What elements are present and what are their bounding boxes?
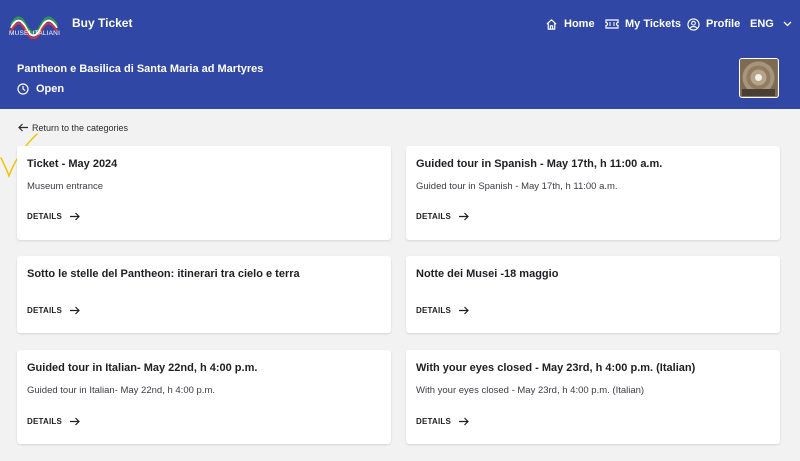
- card-description: Guided tour in Italian- May 22nd, h 4:00…: [27, 385, 215, 396]
- arrow-right-icon: [459, 212, 469, 220]
- nav-my-tickets-label: My Tickets: [625, 18, 682, 30]
- details-label: DETAILS: [416, 211, 452, 221]
- ticket-card[interactable]: Notte dei Musei -18 maggio DETAILS: [406, 256, 780, 333]
- ticket-card[interactable]: Guided tour in Italian- May 22nd, h 4:00…: [17, 350, 391, 444]
- clock-icon: [17, 83, 29, 95]
- site-thumbnail[interactable]: [739, 58, 779, 98]
- site-header: Pantheon e Basilica di Santa Maria ad Ma…: [0, 48, 800, 109]
- ticket-card[interactable]: With your eyes closed - May 23rd, h 4:00…: [406, 350, 780, 444]
- card-title: Sotto le stelle del Pantheon: itinerari …: [27, 268, 300, 280]
- card-title: Guided tour in Spanish - May 17th, h 11:…: [416, 158, 663, 170]
- logo-text: MUSEI ITALIANI: [9, 30, 61, 37]
- ticket-card[interactable]: Guided tour in Spanish - May 17th, h 11:…: [406, 146, 780, 240]
- app-title: Buy Ticket: [72, 16, 133, 30]
- arrow-right-icon: [70, 212, 80, 220]
- ticket-icon: [605, 19, 619, 29]
- site-name: Pantheon e Basilica di Santa Maria ad Ma…: [17, 63, 264, 75]
- details-label: DETAILS: [27, 416, 63, 426]
- card-description: Museum entrance: [27, 181, 104, 192]
- details-label: DETAILS: [416, 416, 452, 426]
- details-button[interactable]: DETAILS: [27, 209, 80, 223]
- nav-profile[interactable]: Profile: [687, 0, 740, 48]
- nav-my-tickets[interactable]: My Tickets: [605, 0, 681, 48]
- card-title: Ticket - May 2024: [27, 158, 118, 170]
- details-label: DETAILS: [27, 211, 63, 221]
- card-title: Notte dei Musei -18 maggio: [416, 268, 559, 280]
- card-description: Guided tour in Spanish - May 17th, h 11:…: [416, 181, 618, 192]
- nav-profile-label: Profile: [706, 18, 741, 30]
- user-circle-icon: [687, 17, 700, 31]
- arrow-right-icon: [459, 306, 469, 314]
- details-button[interactable]: DETAILS: [416, 303, 469, 317]
- details-button[interactable]: DETAILS: [416, 414, 469, 428]
- back-link-label: Return to the categories: [32, 122, 129, 133]
- details-button[interactable]: DETAILS: [416, 209, 469, 223]
- arrow-right-icon: [70, 417, 80, 425]
- pantheon-dome-image: [740, 59, 777, 96]
- home-icon: [546, 18, 557, 30]
- nav-home[interactable]: Home: [545, 0, 595, 48]
- details-button[interactable]: DETAILS: [27, 303, 80, 317]
- ticket-card[interactable]: Sotto le stelle del Pantheon: itinerari …: [17, 256, 391, 333]
- details-label: DETAILS: [27, 305, 63, 315]
- language-selector[interactable]: ENG: [750, 0, 798, 48]
- arrow-right-icon: [70, 306, 80, 314]
- ticket-card[interactable]: Ticket - May 2024 Museum entrance DETAIL…: [17, 146, 391, 240]
- opening-status-label: Open: [36, 83, 65, 95]
- nav-home-label: Home: [564, 18, 595, 30]
- top-navigation-bar: MUSEI ITALIANI Buy Ticket Home My Ticket…: [0, 0, 800, 48]
- arrow-right-icon: [459, 417, 469, 425]
- card-title: Guided tour in Italian- May 22nd, h 4:00…: [27, 362, 258, 374]
- card-title: With your eyes closed - May 23rd, h 4:00…: [416, 362, 696, 374]
- opening-status: Open: [17, 82, 64, 96]
- language-label: ENG: [750, 18, 774, 30]
- details-button[interactable]: DETAILS: [27, 414, 80, 428]
- details-label: DETAILS: [416, 305, 452, 315]
- card-description: With your eyes closed - May 23rd, h 4:00…: [416, 385, 645, 396]
- chevron-down-icon: [783, 21, 792, 27]
